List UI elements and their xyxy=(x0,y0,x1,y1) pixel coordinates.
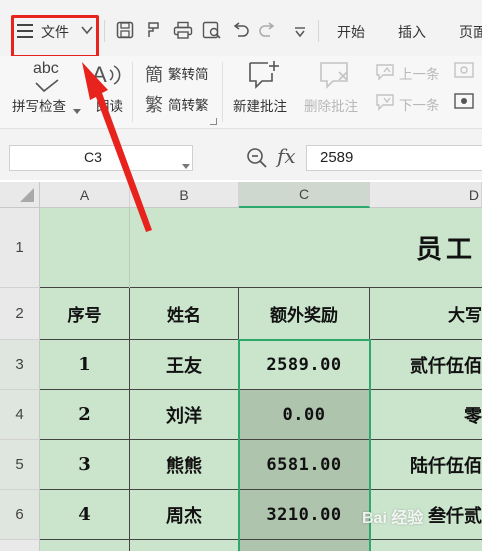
table-row-2-index[interactable]: 2 xyxy=(40,390,130,440)
ribbon-divider xyxy=(222,62,223,122)
watermark: Bai 经验 xyxy=(362,504,423,528)
select-all-corner[interactable] xyxy=(0,182,40,208)
tab-page[interactable]: 页面 xyxy=(459,22,482,42)
formula-value: 2589 xyxy=(320,149,354,166)
column-header-d[interactable]: D xyxy=(370,182,482,208)
new-comment-icon[interactable] xyxy=(248,60,280,90)
toolbar-divider xyxy=(104,20,105,42)
sheet-title: 员工 xyxy=(415,235,476,265)
header-uppercase[interactable]: 大写 xyxy=(370,288,482,340)
prev-comment-icon[interactable] xyxy=(375,63,395,81)
row-header-3[interactable]: 3 xyxy=(0,340,40,390)
undo-icon[interactable] xyxy=(231,22,251,42)
print-preview-icon[interactable] xyxy=(202,21,222,41)
new-comment-button[interactable]: 新建批注 xyxy=(233,95,287,115)
spellcheck-icon[interactable] xyxy=(32,78,62,93)
redo-icon[interactable] xyxy=(259,22,279,42)
header-index[interactable]: 序号 xyxy=(40,288,130,340)
table-row-5-name[interactable] xyxy=(130,540,239,551)
delete-comment-button[interactable]: 删除批注 xyxy=(304,95,358,115)
table-row-5-index[interactable] xyxy=(40,540,130,551)
header-name[interactable]: 姓名 xyxy=(130,288,239,340)
spellcheck-button[interactable]: 拼写检查 xyxy=(12,95,66,115)
zoom-formula-icon[interactable] xyxy=(246,147,268,169)
trad-to-simp-button[interactable]: 繁转简 xyxy=(168,63,209,83)
table-row-4-name[interactable]: 周杰 xyxy=(130,490,239,540)
table-row-5-uppercase[interactable] xyxy=(370,540,482,551)
table-row-1-index[interactable]: 1 xyxy=(40,340,130,390)
top-toolbar: 文件 开始 插入 页面 xyxy=(0,0,482,58)
row-header-7[interactable] xyxy=(0,540,40,551)
show-all-comments-icon[interactable] xyxy=(453,92,482,112)
table-row-2-uppercase[interactable]: 零 xyxy=(370,390,482,440)
table-row-3-name[interactable]: 熊熊 xyxy=(130,440,239,490)
toolbar-divider xyxy=(318,20,319,42)
show-comment-icon[interactable] xyxy=(453,61,482,81)
quick-access-dropdown-icon[interactable] xyxy=(293,24,307,38)
header-bonus[interactable]: 额外奖励 xyxy=(239,288,370,340)
tab-home[interactable]: 开始 xyxy=(337,22,365,42)
next-comment-button[interactable]: 下一条 xyxy=(399,94,440,114)
table-row-1-uppercase[interactable]: 贰仟伍佰 xyxy=(370,340,482,390)
delete-comment-icon[interactable] xyxy=(319,60,351,90)
table-row-3-index[interactable]: 3 xyxy=(40,440,130,490)
chevron-down-icon[interactable] xyxy=(182,155,190,169)
table-row-3-uppercase[interactable]: 陆仟伍佰 xyxy=(370,440,482,490)
row-header-2[interactable]: 2 xyxy=(0,288,40,340)
row-header-5[interactable]: 5 xyxy=(0,440,40,490)
selection-range-outline xyxy=(238,339,371,551)
table-row-1-name[interactable]: 王友 xyxy=(130,340,239,390)
tab-insert[interactable]: 插入 xyxy=(398,22,426,42)
formula-input[interactable]: 2589 xyxy=(306,145,482,171)
fx-icon[interactable]: fx xyxy=(277,144,296,168)
print-icon[interactable] xyxy=(173,21,193,41)
table-row-4-index[interactable]: 4 xyxy=(40,490,130,540)
next-comment-icon[interactable] xyxy=(375,93,395,111)
row-header-6[interactable]: 6 xyxy=(0,490,40,540)
prev-comment-button[interactable]: 上一条 xyxy=(399,63,440,83)
save-icon[interactable] xyxy=(116,21,136,41)
column-header-c[interactable]: C xyxy=(239,182,370,208)
watermark-text: Bai 经验 xyxy=(362,510,424,527)
abc-glyph: abc xyxy=(33,60,59,77)
table-row-2-name[interactable]: 刘洋 xyxy=(130,390,239,440)
simp-to-trad-button[interactable]: 简转繁 xyxy=(168,94,209,114)
format-painter-icon[interactable] xyxy=(145,21,165,41)
dialog-launcher-icon[interactable] xyxy=(210,118,217,125)
row-header-1[interactable]: 1 xyxy=(0,208,40,288)
row-header-4[interactable]: 4 xyxy=(0,390,40,440)
header-uppercase-label: 大写 xyxy=(448,306,482,326)
annotation-arrow xyxy=(82,62,152,232)
